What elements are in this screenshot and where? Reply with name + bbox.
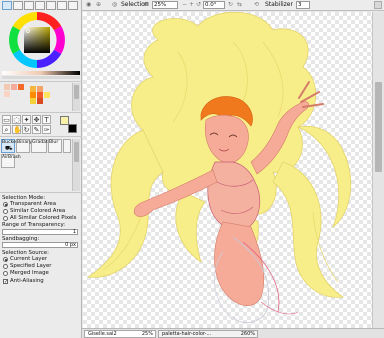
tab-giselle[interactable]: Giselle.sai2 25% xyxy=(84,330,156,338)
tool-list-scrollbar[interactable] xyxy=(72,139,80,191)
select-tool-icon[interactable]: ▭ xyxy=(2,115,11,124)
character-artwork xyxy=(86,12,352,324)
zoom-in-icon[interactable]: + xyxy=(189,1,194,9)
binary-tool-tab[interactable]: Binary xyxy=(16,139,32,153)
anti-aliasing-label: Anti-Aliasing xyxy=(10,278,44,284)
angle-value: 0.0° xyxy=(205,2,217,8)
hsl-mode-button[interactable] xyxy=(35,1,45,10)
lasso-tool-icon[interactable]: ◌ xyxy=(12,115,21,124)
secondary-color-box[interactable] xyxy=(68,124,77,133)
scratchpad-mode-button[interactable] xyxy=(68,1,78,10)
swatch[interactable] xyxy=(37,98,43,104)
text-tool-icon[interactable]: T xyxy=(42,115,51,124)
similar-colored-area-label: Similar Colored Area xyxy=(10,208,66,214)
zoom-combo[interactable]: 25% xyxy=(152,1,178,9)
swatch[interactable] xyxy=(30,98,36,104)
color-wheel[interactable] xyxy=(7,10,67,70)
swatch[interactable] xyxy=(4,84,10,90)
top-toolbar: ◉ ⊕ ◎ Selection ⊞ 25% − + ↺ 0.0° ↻ ⇆ ⟲ S… xyxy=(82,0,384,11)
divider xyxy=(0,192,82,193)
toolbar-scroll-button[interactable] xyxy=(374,1,382,9)
swatch[interactable] xyxy=(4,91,10,97)
airbrush-tool-label: AirBrush xyxy=(2,155,21,160)
tab-label: paletta-hair-color-... xyxy=(162,331,212,337)
range-of-transparency-slider[interactable]: 1 xyxy=(2,229,78,235)
pin-icon[interactable]: ⊕ xyxy=(96,1,101,9)
canvas-vertical-scrollbar[interactable] xyxy=(372,12,384,328)
extra-tool-tab[interactable] xyxy=(63,139,71,153)
all-similar-pixels-radio[interactable] xyxy=(3,216,8,221)
pen-tool-icon[interactable]: ✑ xyxy=(42,125,51,134)
specified-layer-label: Specified Layer xyxy=(10,263,52,269)
angle-combo[interactable]: 0.0° xyxy=(203,1,225,9)
transparent-area-label: Transparent Area xyxy=(10,201,57,207)
divider xyxy=(0,81,82,82)
tab-zoom: 260% xyxy=(240,331,255,337)
color-wheel-mode-button[interactable] xyxy=(2,1,12,10)
flip-icon[interactable]: ⇆ xyxy=(237,1,242,9)
zoom-value: 25% xyxy=(154,2,167,8)
rotate-left-icon[interactable]: ↺ xyxy=(196,1,201,9)
stabilizer-value: 3 xyxy=(298,2,302,8)
current-layer-label: Current Layer xyxy=(10,256,47,262)
all-similar-pixels-label: All Similar Colored Pixels xyxy=(10,215,77,221)
document-tab-bar: Giselle.sai2 25% paletta-hair-color-... … xyxy=(82,328,384,338)
selection-toggle-icon[interactable]: ◎ xyxy=(112,1,117,9)
current-layer-radio[interactable] xyxy=(3,257,8,262)
swatch[interactable] xyxy=(44,92,50,98)
drawing-canvas[interactable] xyxy=(83,12,372,328)
magic-wand-tool-icon[interactable]: ✦ xyxy=(22,115,31,124)
divider xyxy=(0,136,82,137)
rotate-tool-icon[interactable]: ↻ xyxy=(22,125,31,134)
range-value: 1 xyxy=(72,229,76,235)
eye-icon[interactable]: ◉ xyxy=(86,1,91,9)
stabilizer-label: Stabilizer xyxy=(265,1,293,8)
airbrush-tool-tab[interactable]: AirBrush xyxy=(1,154,21,168)
bucket-tool-tab[interactable]: Bucket ⛟ xyxy=(1,139,18,153)
reset-icon[interactable]: ⟲ xyxy=(254,1,259,9)
eyedropper-tool-icon[interactable]: ✎ xyxy=(32,125,41,134)
anti-aliasing-checkbox[interactable]: ✓ xyxy=(3,279,8,285)
tab-paletta[interactable]: paletta-hair-color-... 260% xyxy=(158,330,258,338)
zoom-icon[interactable]: ⊞ xyxy=(144,1,149,9)
mixer-mode-button[interactable] xyxy=(57,1,67,10)
color-slider-2[interactable] xyxy=(2,76,80,79)
tab-label: Giselle.sai2 xyxy=(88,331,117,337)
blur-tool-tab[interactable]: Blur xyxy=(48,139,62,153)
blur-tool-label: Blur xyxy=(49,140,59,145)
swatch-scrollbar[interactable] xyxy=(72,83,80,111)
hsv-mode-button[interactable] xyxy=(24,1,34,10)
hand-tool-icon[interactable]: ✋ xyxy=(12,125,22,134)
color-slider[interactable] xyxy=(2,71,80,75)
similar-colored-area-radio[interactable] xyxy=(3,209,8,214)
rotate-right-icon[interactable]: ↻ xyxy=(228,1,233,9)
rgb-mode-button[interactable] xyxy=(13,1,23,10)
bucket-icon: ⛟ xyxy=(5,145,13,152)
swatch[interactable] xyxy=(11,84,17,90)
gradation-tool-tab[interactable]: Gradati.. xyxy=(31,139,52,153)
stabilizer-combo[interactable]: 3 xyxy=(296,1,310,9)
merged-image-label: Merged Image xyxy=(10,270,49,276)
specified-layer-radio[interactable] xyxy=(3,264,8,269)
move-tool-icon[interactable]: ✥ xyxy=(32,115,41,124)
sandbagging-slider[interactable]: 0 px xyxy=(2,242,78,248)
range-of-transparency-label: Range of Transparency: xyxy=(2,222,66,228)
swatch-mode-button[interactable] xyxy=(46,1,56,10)
zoom-out-icon[interactable]: − xyxy=(182,1,187,9)
swatch[interactable] xyxy=(18,84,24,90)
binary-tool-label: Binary xyxy=(17,140,32,145)
divider xyxy=(0,112,82,113)
zoom-tool-icon[interactable]: ⌕ xyxy=(2,125,11,134)
transparent-area-radio[interactable] xyxy=(3,202,8,207)
tool-panel: ▭ ◌ ✦ ✥ T ⌕ ✋ ↻ ✎ ✑ Bucket ⛟ Binary Grad… xyxy=(0,0,82,338)
sandbagging-value: 0 px xyxy=(65,242,76,248)
merged-image-radio[interactable] xyxy=(3,271,8,276)
tab-zoom: 25% xyxy=(141,331,153,337)
